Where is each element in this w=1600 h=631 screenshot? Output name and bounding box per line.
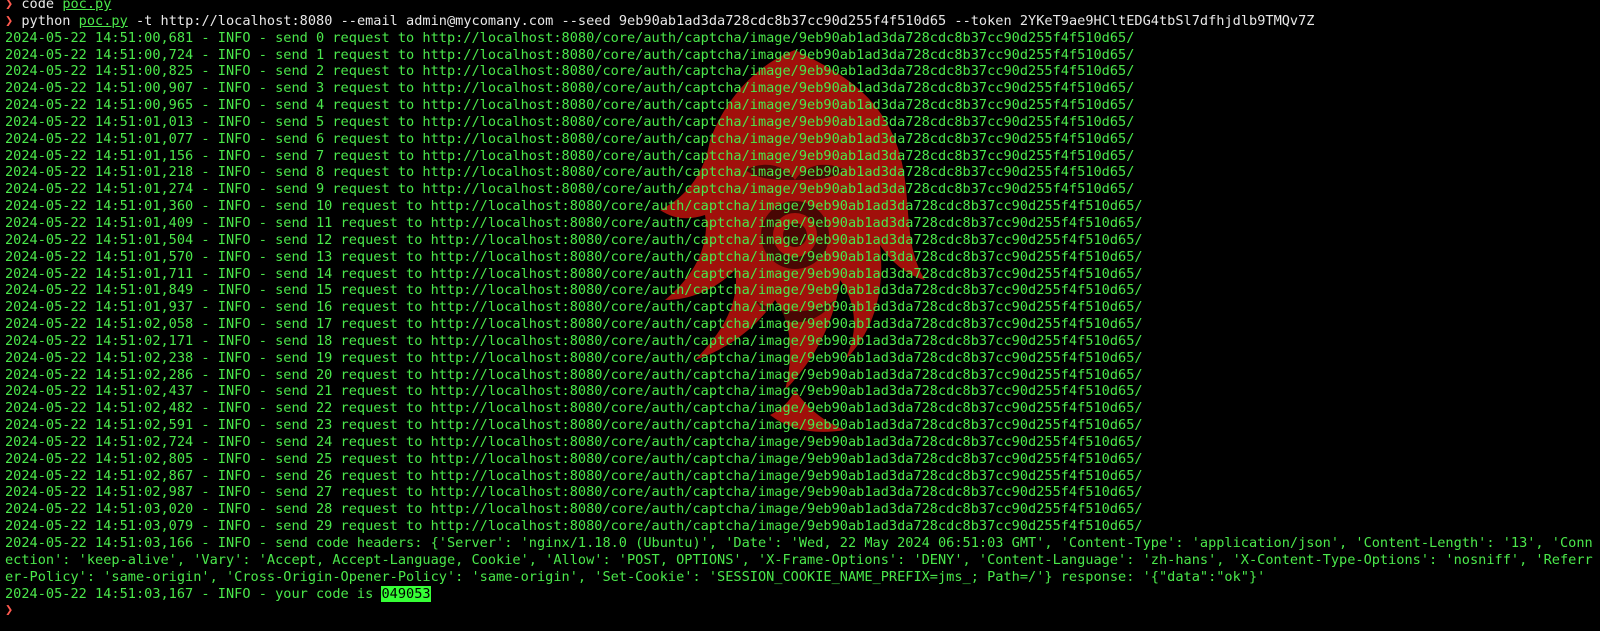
log-line: 2024-05-22 14:51:02,724 - INFO - send 24… <box>5 433 1143 450</box>
prompt-arrow-icon: ❯ <box>5 12 14 29</box>
command-program: python <box>21 12 71 29</box>
log-line: 2024-05-22 14:51:02,058 - INFO - send 17… <box>5 316 1143 333</box>
log-line: 2024-05-22 14:51:03,079 - INFO - send 29… <box>5 518 1143 535</box>
log-line: 2024-05-22 14:51:03,020 - INFO - send 28… <box>5 501 1143 518</box>
log-line: 2024-05-22 14:51:01,218 - INFO - send 8 … <box>5 164 1135 181</box>
log-line: 2024-05-22 14:51:01,711 - INFO - send 14… <box>5 265 1143 282</box>
log-line: 2024-05-22 14:51:01,274 - INFO - send 9 … <box>5 181 1135 198</box>
log-line: 2024-05-22 14:51:02,987 - INFO - send 27… <box>5 484 1143 501</box>
result-code: 049053 <box>381 585 431 602</box>
log-line: 2024-05-22 14:51:00,724 - INFO - send 1 … <box>5 46 1135 63</box>
log-lines: 2024-05-22 14:51:00,681 - INFO - send 0 … <box>5 30 1595 535</box>
log-line: 2024-05-22 14:51:01,360 - INFO - send 10… <box>5 198 1143 215</box>
command-program: code <box>21 0 55 12</box>
command-line-code: ❯ code poc.py <box>5 0 1595 13</box>
command-file-link[interactable]: poc.py <box>62 0 111 12</box>
result-prefix: 2024-05-22 14:51:03,167 - INFO - your co… <box>5 585 382 602</box>
log-line: 2024-05-22 14:51:02,591 - INFO - send 23… <box>5 417 1143 434</box>
log-line: 2024-05-22 14:51:02,867 - INFO - send 26… <box>5 467 1143 484</box>
prompt-arrow-icon: ❯ <box>5 602 14 619</box>
log-line: 2024-05-22 14:51:02,437 - INFO - send 21… <box>5 383 1143 400</box>
command-line-python: ❯ python poc.py -t http://localhost:8080… <box>5 13 1595 30</box>
log-line: 2024-05-22 14:51:01,504 - INFO - send 12… <box>5 231 1143 248</box>
command-file-link[interactable]: poc.py <box>79 13 128 29</box>
log-line: 2024-05-22 14:51:02,805 - INFO - send 25… <box>5 450 1143 467</box>
log-line: 2024-05-22 14:51:00,825 - INFO - send 2 … <box>5 63 1135 80</box>
log-line: 2024-05-22 14:51:01,409 - INFO - send 11… <box>5 214 1143 231</box>
command-line-empty[interactable]: ❯ <box>5 602 1595 619</box>
terminal-output: ❯ code poc.py ❯ python poc.py -t http://… <box>5 0 1595 631</box>
log-line: 2024-05-22 14:51:02,286 - INFO - send 20… <box>5 366 1143 383</box>
log-line: 2024-05-22 14:51:00,907 - INFO - send 3 … <box>5 80 1135 97</box>
log-line: 2024-05-22 14:51:01,849 - INFO - send 15… <box>5 282 1143 299</box>
log-line: 2024-05-22 14:51:01,937 - INFO - send 16… <box>5 299 1143 316</box>
log-line: 2024-05-22 14:51:01,570 - INFO - send 13… <box>5 248 1143 265</box>
log-line: 2024-05-22 14:51:02,171 - INFO - send 18… <box>5 332 1143 349</box>
log-line: 2024-05-22 14:51:01,156 - INFO - send 7 … <box>5 147 1135 164</box>
prompt-arrow-icon: ❯ <box>5 0 14 12</box>
command-args: -t http://localhost:8080 --email admin@m… <box>135 12 1315 29</box>
log-line: 2024-05-22 14:51:00,965 - INFO - send 4 … <box>5 97 1135 114</box>
result-log-line: 2024-05-22 14:51:03,167 - INFO - your co… <box>5 585 1595 603</box>
log-line: 2024-05-22 14:51:01,013 - INFO - send 5 … <box>5 113 1135 130</box>
log-line: 2024-05-22 14:51:00,681 - INFO - send 0 … <box>5 29 1135 46</box>
log-line: 2024-05-22 14:51:01,077 - INFO - send 6 … <box>5 130 1135 147</box>
headers-log-line: 2024-05-22 14:51:03,166 - INFO - send co… <box>5 535 1593 585</box>
log-line: 2024-05-22 14:51:02,482 - INFO - send 22… <box>5 400 1143 417</box>
log-line: 2024-05-22 14:51:02,238 - INFO - send 19… <box>5 349 1143 366</box>
